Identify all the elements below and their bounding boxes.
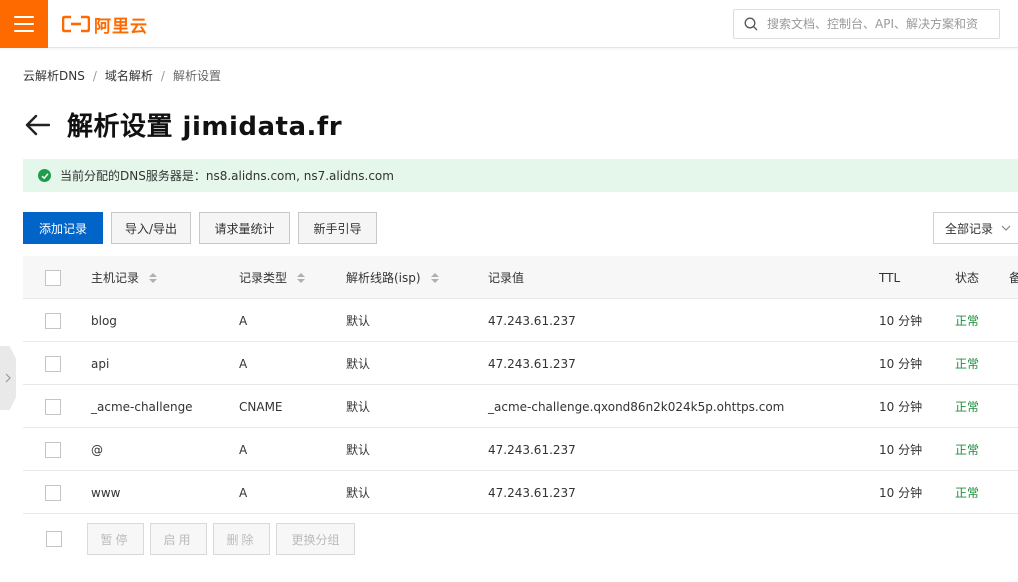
cell-ttl: 10 分钟 xyxy=(879,443,923,457)
beginner-guide-button[interactable]: 新手引导 xyxy=(298,212,377,244)
hamburger-menu-icon[interactable] xyxy=(0,0,48,48)
column-header-value: 记录值 xyxy=(488,271,525,285)
breadcrumb-item-current: 解析设置 xyxy=(172,69,221,83)
notice-text: 当前分配的DNS服务器是：ns8.alidns.com, ns7.alidns.… xyxy=(60,169,394,183)
cell-line: 默认 xyxy=(346,314,371,328)
pause-button[interactable]: 暂停 xyxy=(87,523,144,555)
row-checkbox[interactable] xyxy=(45,355,61,372)
row-checkbox[interactable] xyxy=(45,312,61,329)
title-row: 解析设置 jimidata.fr xyxy=(23,106,342,143)
column-header-host: 主机记录 xyxy=(91,271,140,285)
cell-host: blog xyxy=(91,313,117,328)
back-arrow-icon[interactable] xyxy=(23,111,51,139)
cell-value: 47.243.61.237 xyxy=(488,356,576,371)
breadcrumb-item-domain-resolution[interactable]: 域名解析 xyxy=(105,67,153,84)
column-header-type: 记录类型 xyxy=(239,271,288,285)
table-row: @ A 默认 47.243.61.237 10 分钟 正常 xyxy=(23,428,1018,471)
table-row: www A 默认 47.243.61.237 10 分钟 正常 xyxy=(23,471,1018,514)
cell-value: _acme-challenge.qxond86n2k024k5p.ohttps.… xyxy=(488,399,785,414)
cell-host: @ xyxy=(91,442,103,457)
sort-icon[interactable] xyxy=(149,272,158,283)
row-checkbox[interactable] xyxy=(45,441,61,458)
cell-type: A xyxy=(239,485,248,500)
dns-server-notice: 当前分配的DNS服务器是：ns8.alidns.com, ns7.alidns.… xyxy=(23,159,1018,192)
select-all-checkbox[interactable] xyxy=(45,269,61,286)
sort-icon[interactable] xyxy=(430,272,439,283)
table-row: api A 默认 47.243.61.237 10 分钟 正常 xyxy=(23,342,1018,385)
cell-host: api xyxy=(91,356,110,371)
row-checkbox[interactable] xyxy=(45,398,61,415)
side-panel-toggle[interactable] xyxy=(0,346,16,410)
sort-icon[interactable] xyxy=(297,272,306,283)
logo-text: 阿里云 xyxy=(94,16,148,37)
cell-host: www xyxy=(91,485,121,500)
column-header-status: 状态 xyxy=(955,271,980,285)
breadcrumb-separator: / xyxy=(92,68,97,83)
cell-value: 47.243.61.237 xyxy=(488,442,576,457)
filter-label: 全部记录 xyxy=(945,221,994,236)
cell-host: _acme-challenge xyxy=(91,399,193,414)
cell-ttl: 10 分钟 xyxy=(879,357,923,371)
search-icon xyxy=(744,17,758,31)
bulk-action-bar: 暂停 启用 删除 更换分组 xyxy=(23,515,1018,562)
breadcrumb-item-cloud-dns[interactable]: 云解析DNS xyxy=(23,67,85,84)
chevron-right-icon xyxy=(5,373,11,383)
cell-type: CNAME xyxy=(239,399,283,414)
cell-value: 47.243.61.237 xyxy=(488,313,576,328)
record-filter-select[interactable]: 全部记录 xyxy=(933,212,1018,244)
page-title: 解析设置 jimidata.fr xyxy=(67,112,343,142)
aliyun-logo-mark-icon xyxy=(62,15,90,33)
cell-ttl: 10 分钟 xyxy=(879,486,923,500)
cell-line: 默认 xyxy=(346,400,371,414)
column-header-note: 备 xyxy=(1009,271,1018,285)
cell-status: 正常 xyxy=(955,314,980,328)
row-checkbox[interactable] xyxy=(45,484,61,501)
cell-line: 默认 xyxy=(346,357,371,371)
change-group-button[interactable]: 更换分组 xyxy=(276,523,355,555)
dns-records-table: 主机记录 记录类型 解析线路(isp) 记录值 TTL 状态 备 blog A … xyxy=(23,256,1018,514)
column-header-ttl: TTL xyxy=(879,270,901,285)
top-navbar: 阿里云 xyxy=(0,0,1018,48)
cell-line: 默认 xyxy=(346,486,371,500)
add-record-button[interactable]: 添加记录 xyxy=(23,212,103,244)
cell-type: A xyxy=(239,442,248,457)
table-row: _acme-challenge CNAME 默认 _acme-challenge… xyxy=(23,385,1018,428)
aliyun-logo[interactable]: 阿里云 xyxy=(62,13,148,37)
table-header-row: 主机记录 记录类型 解析线路(isp) 记录值 TTL 状态 备 xyxy=(23,256,1018,299)
bulk-select-checkbox[interactable] xyxy=(46,531,62,547)
enable-button[interactable]: 启用 xyxy=(150,523,207,555)
table-row: blog A 默认 47.243.61.237 10 分钟 正常 xyxy=(23,299,1018,342)
global-search[interactable] xyxy=(733,9,1000,39)
cell-type: A xyxy=(239,313,248,328)
cell-ttl: 10 分钟 xyxy=(879,400,923,414)
cell-value: 47.243.61.237 xyxy=(488,485,576,500)
import-export-button[interactable]: 导入/导出 xyxy=(111,212,191,244)
breadcrumb-separator: / xyxy=(160,68,165,83)
cell-status: 正常 xyxy=(955,357,980,371)
cell-type: A xyxy=(239,356,248,371)
column-header-line: 解析线路(isp) xyxy=(346,271,421,285)
toolbar: 添加记录 导入/导出 请求量统计 新手引导 xyxy=(23,212,377,244)
cell-status: 正常 xyxy=(955,443,980,457)
request-stats-button[interactable]: 请求量统计 xyxy=(199,212,290,244)
check-circle-icon xyxy=(38,169,51,182)
cell-status: 正常 xyxy=(955,486,980,500)
delete-button[interactable]: 删除 xyxy=(213,523,270,555)
chevron-down-icon xyxy=(1001,225,1011,231)
cell-status: 正常 xyxy=(955,400,980,414)
breadcrumb: 云解析DNS / 域名解析 / 解析设置 xyxy=(23,67,221,84)
search-input[interactable] xyxy=(767,17,987,31)
cell-line: 默认 xyxy=(346,443,371,457)
cell-ttl: 10 分钟 xyxy=(879,314,923,328)
